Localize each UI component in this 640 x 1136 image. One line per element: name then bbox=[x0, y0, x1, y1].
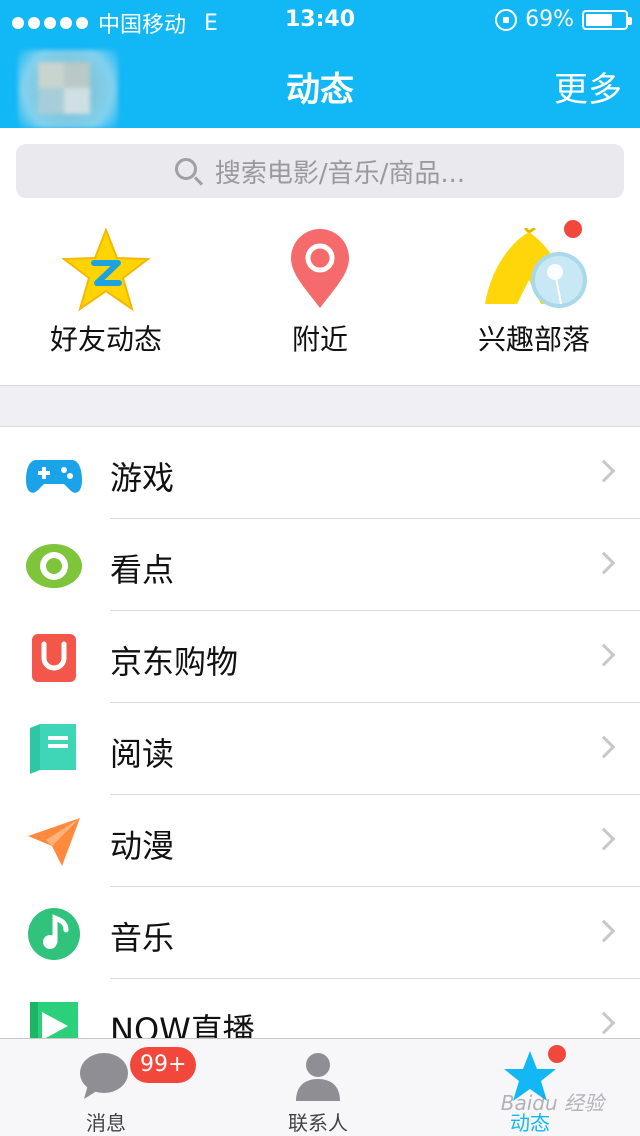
shortcut-label: 兴趣部落 bbox=[477, 323, 590, 356]
battery-percent: 69% bbox=[525, 7, 574, 32]
list-item-label: 音乐 bbox=[110, 919, 175, 957]
search-icon bbox=[174, 158, 197, 180]
chevron-right-icon bbox=[592, 459, 616, 483]
paper-plane-icon bbox=[28, 818, 80, 866]
tab-label: 消息 bbox=[86, 1111, 126, 1135]
status-bar: 中国移动 E 13:40 69% bbox=[0, 0, 640, 40]
list-item-games[interactable]: 游戏 bbox=[0, 427, 640, 519]
tab-label: 联系人 bbox=[288, 1111, 348, 1135]
more-button[interactable]: 更多 bbox=[554, 62, 622, 111]
chat-bubble-icon bbox=[80, 1053, 128, 1099]
top-panel: 搜索电影/音乐/商品... 好友动态 附近 兴趣部落 bbox=[0, 128, 640, 386]
music-note-icon bbox=[28, 908, 80, 960]
chevron-right-icon bbox=[592, 1011, 616, 1035]
header-bar: 中国移动 E 13:40 69% 动态 更多 bbox=[0, 0, 640, 128]
list-item-kandian[interactable]: 看点 bbox=[0, 519, 640, 611]
list-item-label: 动漫 bbox=[110, 827, 175, 865]
chevron-right-icon bbox=[592, 643, 616, 667]
list-item-label: 游戏 bbox=[110, 459, 175, 497]
chevron-right-icon bbox=[592, 827, 616, 851]
navigation-bar: 动态 更多 bbox=[0, 40, 640, 128]
gamepad-icon bbox=[26, 460, 82, 493]
search-placeholder: 搜索电影/音乐/商品... bbox=[214, 158, 466, 189]
list-item-label: 看点 bbox=[110, 551, 175, 589]
list-item-reading[interactable]: 阅读 bbox=[0, 703, 640, 795]
unread-count-badge: 99+ bbox=[130, 1047, 197, 1083]
location-pin-icon bbox=[291, 229, 349, 308]
person-icon bbox=[296, 1053, 340, 1101]
shortcut-label: 附近 bbox=[291, 323, 348, 356]
list-item-label: NOW直播 bbox=[110, 1011, 255, 1038]
shopping-bag-icon bbox=[32, 634, 76, 682]
list-item-now-live[interactable]: NOW直播 bbox=[0, 979, 640, 1038]
tab-bar: 99+ 消息 联系人 动态 Baidu 经验 bbox=[0, 1038, 640, 1136]
chevron-right-icon bbox=[592, 551, 616, 575]
star-q-icon bbox=[61, 228, 151, 312]
new-dot-badge bbox=[564, 220, 582, 238]
shortcut-label: 好友动态 bbox=[49, 323, 162, 356]
watermark: Baidu 经验 bbox=[500, 1091, 604, 1115]
book-icon bbox=[30, 724, 76, 774]
tab-messages[interactable]: 99+ 消息 bbox=[6, 1039, 206, 1136]
search-input[interactable]: 搜索电影/音乐/商品... bbox=[16, 144, 624, 198]
chevron-right-icon bbox=[592, 735, 616, 759]
list-item-music[interactable]: 音乐 bbox=[0, 887, 640, 979]
tab-contacts[interactable]: 联系人 bbox=[218, 1039, 418, 1136]
rotation-lock-icon bbox=[495, 8, 518, 31]
play-live-icon bbox=[30, 1002, 78, 1038]
list-item-comics[interactable]: 动漫 bbox=[0, 795, 640, 887]
page-title: 动态 bbox=[286, 70, 354, 110]
chevron-right-icon bbox=[592, 919, 616, 943]
new-dot-badge bbox=[548, 1045, 566, 1063]
list-item-label: 京东购物 bbox=[110, 643, 239, 681]
tribe-tent-icon bbox=[485, 228, 587, 308]
eye-icon bbox=[26, 544, 82, 588]
list-item-label: 阅读 bbox=[110, 735, 175, 773]
battery-icon bbox=[582, 9, 632, 30]
list-item-jd-shopping[interactable]: 京东购物 bbox=[0, 611, 640, 703]
feature-list: 游戏 看点 京东购物 阅读 动漫 音乐 NOW直播 bbox=[0, 426, 640, 1038]
